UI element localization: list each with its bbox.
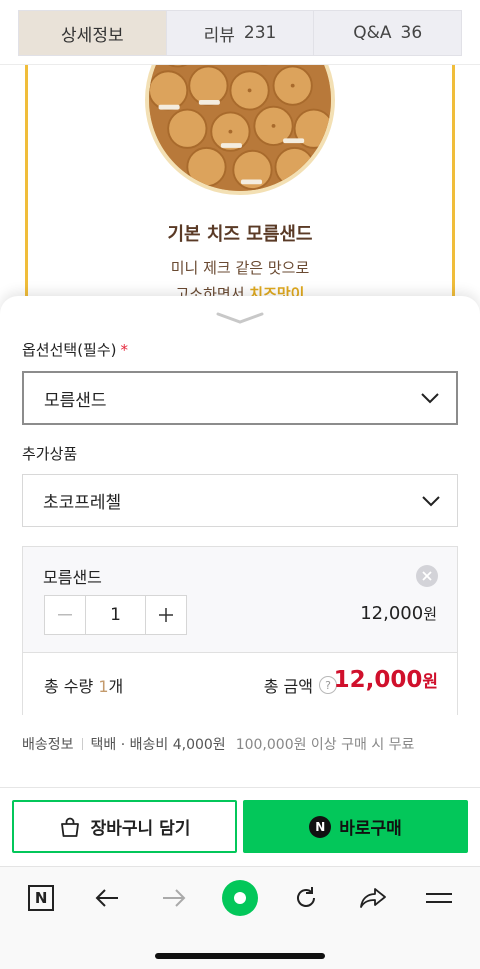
menu-icon	[425, 892, 452, 903]
add-to-cart-label: 장바구니 담기	[90, 819, 191, 839]
tab-details-label: 상세정보	[61, 25, 124, 46]
quantity-increase-button[interactable]	[146, 596, 186, 634]
home-indicator[interactable]	[155, 953, 325, 959]
total-amount-unit: 원	[422, 672, 438, 692]
product-title: 기본 치즈 모름샌드	[167, 224, 313, 245]
selected-option-name: 모름샌드	[43, 568, 102, 587]
purchase-sheet: 옵션선택(필수) * 모름샌드 추가상품 초코프레첼 모름샌드 1 12,000…	[0, 296, 480, 866]
add-to-cart-button[interactable]: 장바구니 담기	[12, 800, 237, 853]
buy-now-button[interactable]: N 바로구매	[243, 800, 468, 853]
total-amount-value: 12,000	[333, 667, 423, 693]
addon-select[interactable]: 초코프레첼	[22, 474, 458, 527]
share-icon	[359, 887, 386, 908]
shipping-free-note: 100,000원 이상 구매 시 무료	[235, 737, 415, 753]
shipping-method: 택배 · 배송비 4,000원	[90, 737, 226, 753]
product-desc-line1: 미니 제크 같은 맛으로	[170, 259, 310, 277]
home-indicator-area	[0, 928, 480, 969]
share-button[interactable]	[351, 876, 395, 920]
tab-qna-count: 36	[400, 23, 423, 43]
refresh-button[interactable]	[284, 876, 328, 920]
quantity-value[interactable]: 1	[85, 596, 146, 634]
chevron-down-icon	[421, 393, 439, 404]
sheet-collapse-handle-icon[interactable]	[215, 310, 265, 326]
menu-button[interactable]	[417, 876, 461, 920]
minus-icon	[58, 614, 72, 616]
shopping-bag-icon	[60, 817, 79, 837]
buy-now-label: 바로구매	[339, 819, 402, 839]
naver-button[interactable]: N	[19, 876, 63, 920]
addon-label: 추가상품	[22, 445, 78, 463]
required-mark: *	[120, 341, 129, 359]
option-select[interactable]: 모름샌드	[22, 371, 458, 425]
home-icon	[221, 879, 258, 916]
selected-option-box: 모름샌드 1 12,000원 총 수량 1개 총 금액 ? 12,000원	[22, 546, 458, 715]
tab-reviews[interactable]: 리뷰 231	[165, 11, 314, 55]
total-amount-label: 총 금액	[263, 677, 313, 696]
back-arrow-icon	[96, 888, 119, 907]
shipping-info: 배송정보 택배 · 배송비 4,000원 100,000원 이상 구매 시 무료	[22, 734, 414, 754]
option-label-text: 옵션선택(필수)	[22, 341, 117, 359]
total-amount: 12,000원	[334, 667, 438, 693]
home-icon-dot	[233, 891, 246, 904]
quantity-decrease-button[interactable]	[45, 596, 85, 634]
remove-option-button[interactable]	[416, 565, 438, 587]
close-icon	[422, 571, 432, 581]
browser-toolbar: N	[0, 866, 480, 928]
naver-pay-icon: N	[309, 815, 332, 838]
total-amount-label-group: 총 금액 ?	[264, 673, 337, 697]
forward-button[interactable]	[152, 876, 196, 920]
tab-reviews-label: 리뷰	[203, 25, 235, 46]
product-tabs: 상세정보 리뷰 231 Q&A 36	[18, 10, 462, 56]
plus-icon	[159, 608, 173, 622]
back-button[interactable]	[85, 876, 129, 920]
tab-qna[interactable]: Q&A 36	[313, 11, 461, 55]
home-button[interactable]	[218, 876, 262, 920]
addon-select-value: 초코프레첼	[43, 493, 122, 513]
quantity-stepper: 1	[44, 595, 187, 635]
shipping-label: 배송정보	[22, 737, 74, 753]
tab-details[interactable]: 상세정보	[19, 11, 166, 55]
total-quantity-unit: 개	[108, 677, 124, 696]
purchase-buttons: 장바구니 담기 N 바로구매	[0, 787, 480, 857]
selected-option-price: 12,000원	[360, 603, 437, 624]
tab-qna-label: Q&A	[353, 23, 392, 43]
shipping-separator	[81, 738, 83, 750]
forward-arrow-icon	[162, 888, 186, 907]
total-summary: 총 수량 1개 총 금액 ? 12,000원	[23, 653, 457, 715]
option-select-value: 모름샌드	[44, 390, 107, 411]
product-detail-content: 기본 치즈 모름샌드 미니 제크 같은 맛으로 고소하면서 치즈맛이	[0, 65, 480, 305]
total-quantity-value: 1	[98, 677, 109, 696]
naver-icon: N	[28, 884, 55, 911]
chevron-down-icon	[422, 495, 440, 506]
refresh-icon	[297, 886, 316, 907]
tab-reviews-count: 231	[243, 23, 277, 43]
selected-option-price-value: 12,000	[360, 603, 424, 624]
selected-option-price-unit: 원	[423, 605, 437, 623]
total-quantity: 총 수량 1개	[44, 673, 123, 697]
total-quantity-label: 총 수량	[44, 677, 94, 696]
option-label: 옵션선택(필수) *	[22, 339, 128, 360]
